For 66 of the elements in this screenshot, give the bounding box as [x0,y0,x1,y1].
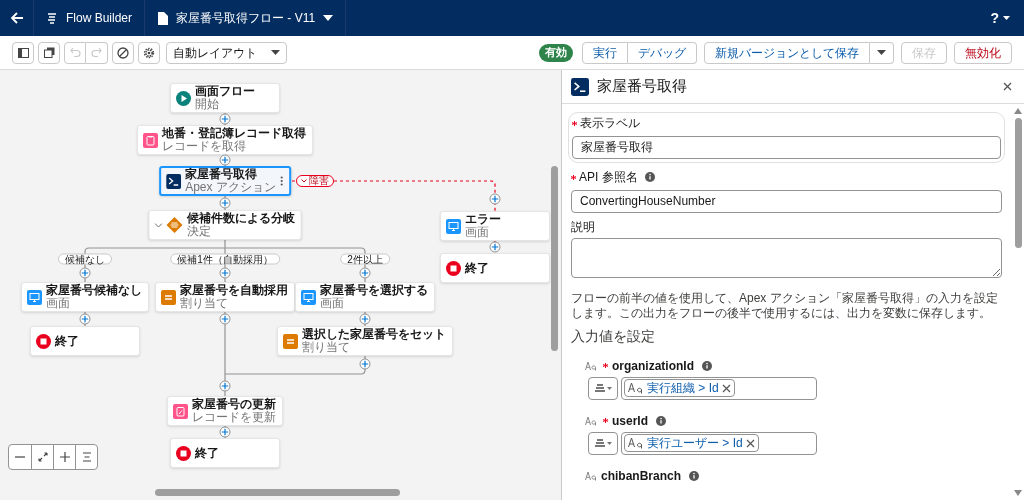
resource-input-field[interactable]: 実行ユーザー > Id [621,431,817,455]
panel-title: 家屋番号取得 [597,76,688,97]
toolbar-button[interactable]: 新規バージョンとして保存 [704,41,870,64]
node-title: 地番・登記簿レコード取得 [162,127,306,140]
flow-node[interactable]: 終了 [30,326,140,356]
resource-input-field[interactable]: 実行組織 > Id [621,376,817,400]
branch-label: 2件以上 [340,253,390,265]
resource-pill[interactable]: 実行組織 > Id [624,379,735,397]
fault-label: 障害 [296,175,334,187]
resource-value: 実行組織 > Id [647,380,719,397]
resource-value: 実行ユーザー > Id [647,435,743,452]
app-name: Flow Builder [66,10,133,27]
node-title: 画面フロー [195,85,256,98]
flow-node[interactable]: 選択した家屋番号をセット 割り当て [277,326,453,356]
node-title: 終了 [465,261,490,275]
resource-pill[interactable]: 実行ユーザー > Id [624,434,759,452]
node-title: 家屋番号取得 [185,168,259,181]
branch-label: 候補1件（自動採用） [170,253,280,265]
flow-title-menu[interactable]: 家屋番号取得フロー - V11 [145,0,347,36]
text-input-field[interactable]: ConvertingHouseNumber [571,189,1002,213]
node-subtitle: Apex アクション [185,181,276,194]
node-title: 家屋番号を自動採用 [180,284,288,297]
flow-node[interactable]: エラー 画面 [440,211,550,241]
flow-node[interactable]: 家屋番号取得 Apex アクション [159,166,291,196]
node-title: 家屋番号の更新 [192,398,276,411]
node-subtitle: 開始 [195,98,220,111]
node-subtitle: レコードを取得 [162,140,247,153]
field-label: userId [612,412,648,430]
help-menu[interactable]: ? [990,7,1024,29]
description-text: フローの前半の値を使用して、Apex アクション「家屋番号取得」の入力を設定します。この出力をフローの後半で使用するには、出力を変数に保存します。 [571,290,999,321]
field-label: chibanBranch [601,467,681,485]
node-subtitle: 割り当て [302,341,350,354]
flow-node[interactable]: 家屋番号を選択する 画面 [295,282,435,312]
toolbar-button[interactable]: 無効化 [954,41,1012,64]
toolbar-button[interactable]: デバッグ [628,41,697,64]
flow-node[interactable]: 地番・登記簿レコード取得 レコードを取得 [137,125,313,155]
field-label: 説明 [571,218,595,236]
flow-node[interactable]: 候補件数による分岐 決定 [148,210,302,240]
node-title: 家屋番号を選択する [320,284,428,297]
node-title: 終了 [55,334,80,348]
section-title: 入力値を設定 [571,326,656,346]
node-title: 選択した家屋番号をセット [302,328,446,341]
field-label: API 参照名 [579,169,638,186]
field-label: organizationId [612,357,694,375]
branch-label: 候補なし [58,253,112,265]
node-subtitle: 画面 [320,297,345,310]
field-label: 表示ラベル [580,115,640,132]
node-subtitle: 割り当て [180,297,228,310]
status-badge: 有効 [539,43,573,62]
node-subtitle: 画面 [46,297,71,310]
node-subtitle: 決定 [186,225,211,238]
node-subtitle: レコードを更新 [192,411,276,424]
node-title: 候補件数による分岐 [186,212,295,225]
flow-node[interactable]: 家屋番号を自動採用 割り当て [155,282,295,312]
flow-node[interactable]: 家屋番号の更新 レコードを更新 [167,396,283,426]
flow-node[interactable]: 終了 [170,438,280,468]
layout-select[interactable]: 自動レイアウト [166,41,287,64]
node-title: 家屋番号候補なし [46,284,142,297]
text-input-field[interactable]: 家屋番号取得 [572,136,1001,159]
flow-node[interactable]: 家屋番号候補なし 画面 [21,282,149,312]
node-title: 終了 [195,446,220,460]
flow-node[interactable]: 画面フロー 開始 [170,83,280,113]
node-subtitle: 画面 [465,226,490,239]
flow-node[interactable]: 終了 [440,253,550,283]
node-title: エラー [465,213,502,226]
toolbar-button[interactable]: 実行 [582,41,628,64]
